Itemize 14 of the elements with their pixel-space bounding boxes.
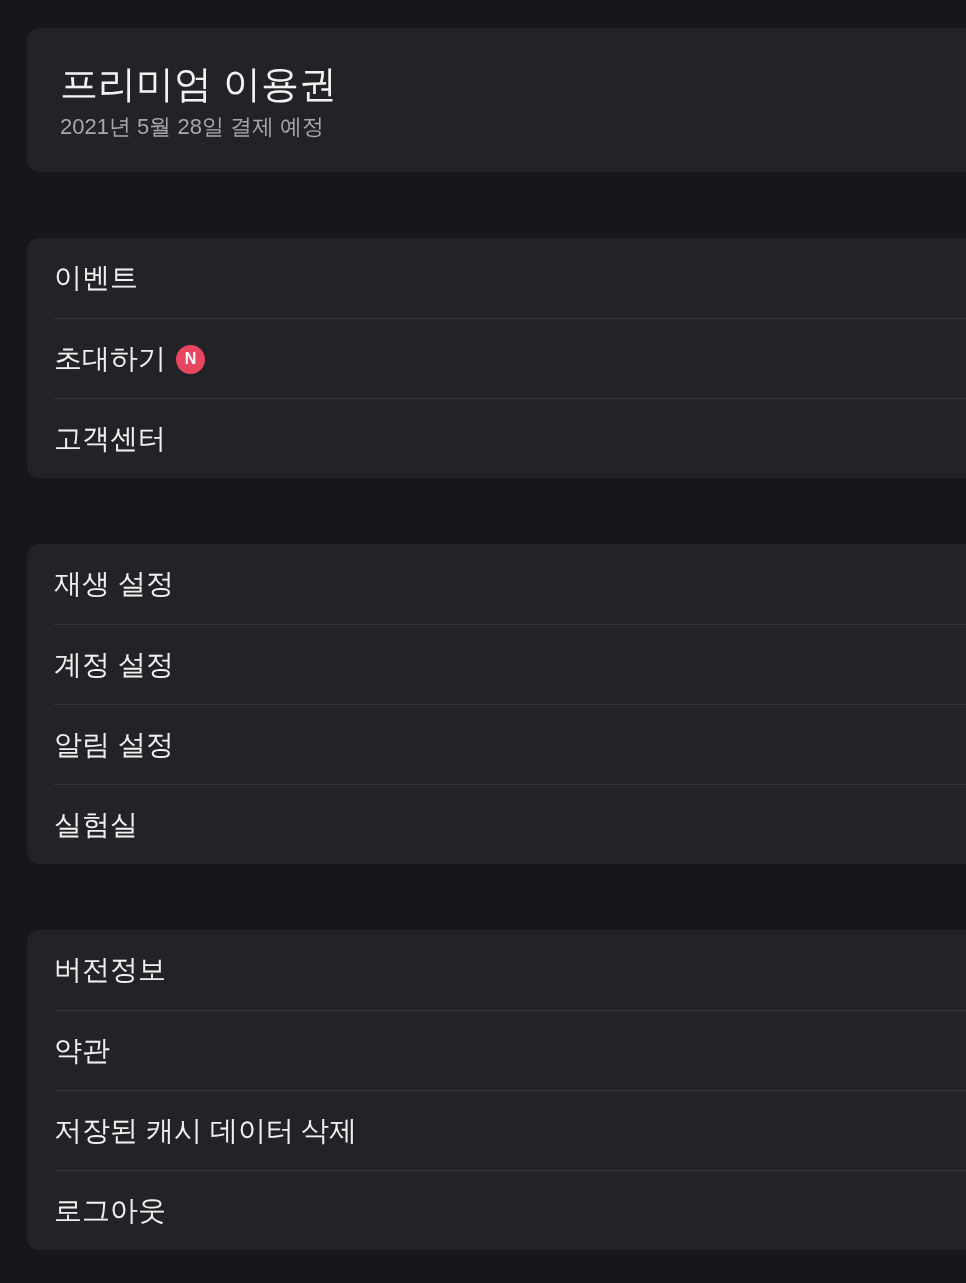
menu-item[interactable]: 저장된 캐시 데이터 삭제 bbox=[54, 1090, 966, 1170]
menu-item[interactable]: 재생 설정 bbox=[54, 544, 966, 624]
menu-item[interactable]: 초대하기 N bbox=[54, 318, 966, 398]
menu-item[interactable]: 고객센터 bbox=[54, 398, 966, 478]
billing-date-text: 2021년 5월 28일 결제 예정 bbox=[60, 113, 325, 141]
new-badge: N bbox=[176, 344, 205, 374]
menu-item[interactable]: 계정 설정 bbox=[54, 624, 966, 704]
menu-item[interactable]: 버전정보 bbox=[54, 930, 966, 1010]
menu-item[interactable]: 약관 bbox=[54, 1010, 966, 1090]
menu-item[interactable]: 알림 설정 bbox=[54, 704, 966, 784]
plan-title: 프리미엄 이용권 bbox=[60, 62, 337, 107]
menu-item[interactable]: 이벤트 bbox=[54, 238, 966, 318]
menu-item[interactable]: 실험실 bbox=[54, 784, 966, 864]
menu-item[interactable]: 로그아웃 bbox=[54, 1170, 966, 1250]
